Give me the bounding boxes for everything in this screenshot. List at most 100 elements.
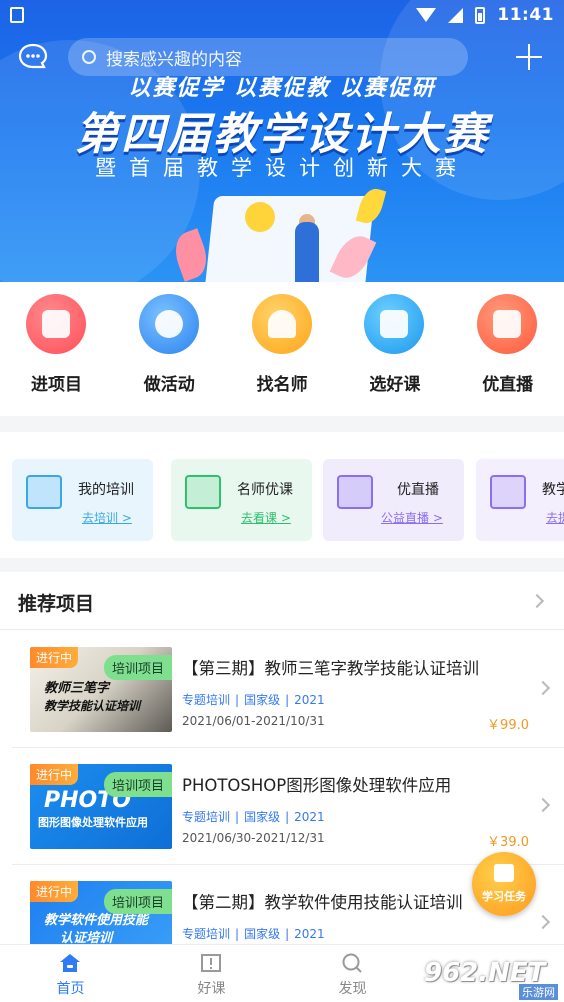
quick-item-activities[interactable]: 做活动: [113, 282, 226, 416]
nav-discover[interactable]: 发现: [282, 945, 423, 1002]
chevron-right-icon: [535, 680, 551, 696]
thumbnail-text: 图形图像处理软件应用: [38, 816, 148, 829]
camera-icon: [337, 475, 373, 509]
meta-level: 国家级: [244, 927, 281, 941]
study-task-label: 学习任务: [482, 890, 526, 903]
card-link[interactable]: 去提: [546, 509, 564, 526]
project-title: 【第二期】教学软件使用技能认证培训: [182, 893, 463, 912]
meta-year: 2021: [294, 927, 325, 941]
recommend-header[interactable]: 推荐项目: [0, 572, 564, 630]
project-date: 2021/06/30-2021/12/31: [182, 831, 325, 845]
card-live[interactable]: 优直播 公益直播 >: [323, 459, 464, 541]
quick-item-label: 做活动: [143, 375, 195, 395]
wifi-icon: [416, 8, 437, 22]
status-badge: 进行中: [30, 764, 79, 785]
nav-home[interactable]: 首页: [0, 945, 141, 1002]
book-open-icon: [201, 954, 221, 972]
teacher-icon: [251, 294, 312, 354]
project-thumbnail: 教师三笔字 教学技能认证培训 进行中 培训项目: [30, 647, 172, 732]
quick-item-label: 找名师: [256, 375, 308, 395]
site-watermark: 962.NET 乐游网: [424, 958, 558, 1000]
chevron-right-icon: [535, 914, 551, 930]
card-link[interactable]: 去看课 >: [241, 509, 291, 526]
project-meta: 专题培训 | 国家级 | 2021: [182, 927, 325, 941]
meta-year: 2021: [294, 810, 325, 824]
quick-item-label: 选好课: [369, 375, 421, 395]
card-title: 名师优课: [237, 482, 293, 498]
type-tag: 培训项目: [103, 655, 172, 680]
card-title: 教学: [542, 482, 564, 498]
home-icon: [60, 954, 80, 972]
leaf-decoration: [355, 185, 387, 227]
status-badge: 进行中: [30, 647, 79, 668]
quick-item-teachers[interactable]: 找名师: [226, 282, 339, 416]
nav-label: 发现: [338, 981, 367, 997]
quick-item-label: 优直播: [482, 375, 534, 395]
quick-item-projects[interactable]: 进项目: [0, 282, 113, 416]
project-price: ￥39.0: [487, 835, 529, 850]
discover-icon: [342, 953, 362, 973]
study-task-button[interactable]: 学习任务: [472, 852, 536, 916]
add-icon[interactable]: [516, 44, 542, 70]
quick-item-live[interactable]: 优直播: [451, 282, 564, 416]
lightbulb-illustration: [245, 202, 275, 232]
project-meta: 专题培训 | 国家级 | 2021: [182, 693, 325, 707]
chevron-right-icon: [535, 797, 551, 813]
battery-icon: [475, 6, 486, 24]
status-time: 11:41: [497, 5, 554, 25]
nav-label: 首页: [56, 981, 85, 997]
book-icon: [185, 475, 221, 509]
watermark-site: 乐游网: [519, 984, 558, 1000]
live-icon: [477, 294, 538, 354]
project-price: ￥99.0: [487, 718, 529, 733]
project-item[interactable]: PHOTO 图形图像处理软件应用 进行中 培训项目 PHOTOSHOP图形图像处…: [12, 748, 564, 865]
target-icon: [138, 294, 199, 354]
task-list-icon: [494, 864, 514, 882]
card-featured-courses[interactable]: 名师优课 去看课 >: [171, 459, 312, 541]
quick-item-courses[interactable]: 选好课: [338, 282, 451, 416]
project-item[interactable]: 教师三笔字 教学技能认证培训 进行中 培训项目 【第三期】教师三笔字教学技能认证…: [12, 631, 564, 748]
project-title: PHOTOSHOP图形图像处理软件应用: [182, 776, 452, 795]
signal-icon: [448, 7, 464, 23]
chart-board-icon: [490, 475, 526, 509]
project-thumbnail: PHOTO 图形图像处理软件应用 进行中 培训项目: [30, 764, 172, 849]
meta-category: 专题培训: [182, 810, 231, 824]
meta-category: 专题培训: [182, 693, 231, 707]
thumbnail-text: 教学技能认证培训: [44, 699, 141, 713]
notification-icon: [10, 7, 24, 23]
type-tag: 培训项目: [103, 889, 172, 914]
training-icon: [26, 475, 62, 509]
chevron-right-icon[interactable]: [529, 593, 545, 609]
card-title: 优直播: [397, 482, 439, 498]
chat-icon[interactable]: [18, 42, 48, 70]
card-teaching[interactable]: 教学 去提: [476, 459, 564, 541]
project-title: 【第三期】教师三笔字教学技能认证培训: [182, 659, 479, 678]
search-placeholder: 搜索感兴趣的内容: [106, 49, 242, 70]
project-thumbnail: 教学软件使用技能 认证培训 进行中 培训项目: [30, 881, 172, 944]
card-link[interactable]: 公益直播 >: [381, 509, 443, 526]
teacher-illustration: [295, 222, 319, 282]
folder-icon: [26, 294, 86, 354]
search-icon: [82, 50, 96, 64]
card-my-training[interactable]: 我的培训 去培训 >: [12, 459, 153, 541]
quick-entry-row: 进项目 做活动 找名师 选好课 优直播: [0, 282, 564, 416]
type-tag: 培训项目: [103, 772, 172, 797]
section-title: 推荐项目: [18, 593, 95, 615]
tv-icon: [364, 294, 425, 354]
card-link[interactable]: 去培训 >: [82, 509, 132, 526]
project-date: 2021/06/01-2021/10/31: [182, 714, 325, 728]
nav-courses[interactable]: 好课: [141, 945, 282, 1002]
hero-banner[interactable]: 11:41 搜索感兴趣的内容 以赛促学 以赛促教 以赛促研 第四届教学设计大赛 …: [0, 0, 564, 282]
meta-category: 专题培训: [182, 927, 231, 941]
meta-year: 2021: [294, 693, 325, 707]
card-title: 我的培训: [78, 482, 134, 498]
project-meta: 专题培训 | 国家级 | 2021: [182, 810, 325, 824]
meta-level: 国家级: [244, 810, 281, 824]
meta-level: 国家级: [244, 693, 281, 707]
status-badge: 进行中: [30, 881, 79, 902]
thumbnail-text: 教师三笔字: [44, 681, 110, 696]
thumbnail-text: 认证培训: [60, 931, 113, 944]
quick-item-label: 进项目: [31, 375, 82, 395]
nav-label: 好课: [197, 981, 226, 997]
banner-subtitle: 暨首届教学设计创新大赛: [95, 156, 469, 180]
